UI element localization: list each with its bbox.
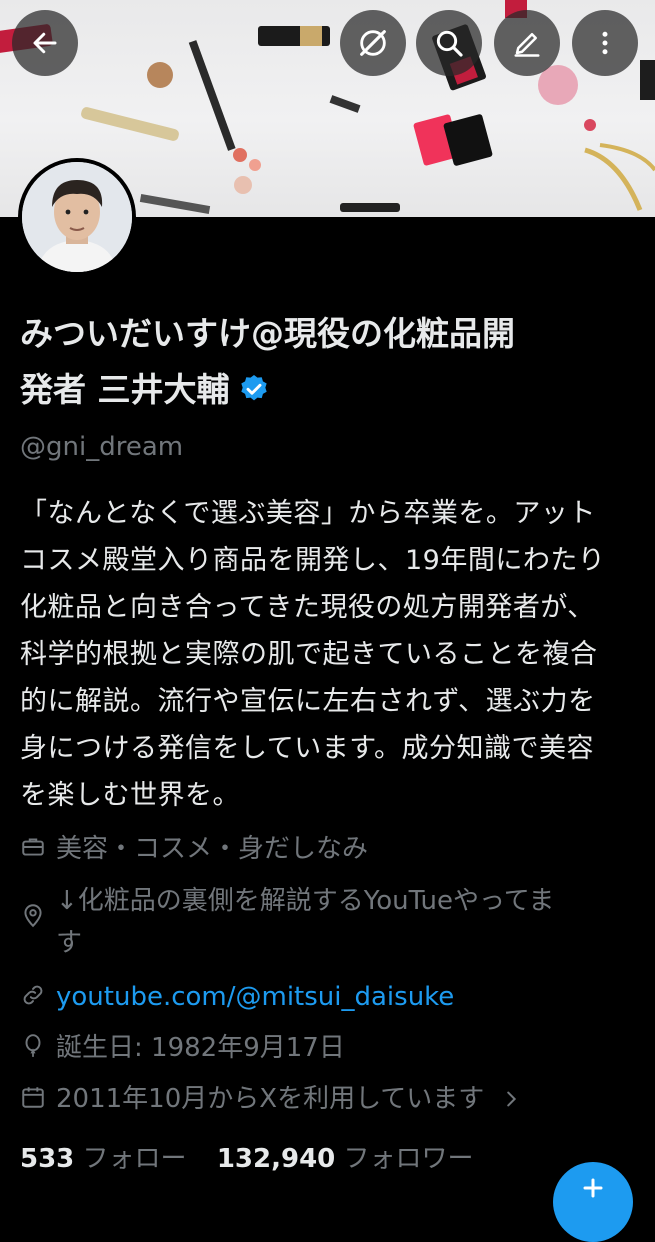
bio-line: 的に解説。流行や宣伝に左右されず、選ぶ力を <box>20 686 596 717</box>
more-options-button[interactable] <box>572 10 638 76</box>
plus-icon <box>583 1178 603 1198</box>
grok-icon <box>360 30 386 56</box>
profile-joined[interactable]: 2011年10月からXを利用しています <box>20 1078 640 1120</box>
following-label: フォロー <box>82 1144 187 1174</box>
following-link[interactable]: 533 フォロー <box>20 1144 187 1174</box>
followers-label: フォロワー <box>343 1144 474 1174</box>
profile-bio: 「なんとなくで選ぶ美容」から卒業を。アット コスメ殿堂入り商品を開発し、19年間… <box>20 490 640 819</box>
bio-line: 身につける発信をしています。成分知識で美容 <box>20 733 594 764</box>
bio-line: コスメ殿堂入り商品を開発し、19年間にわたり <box>20 545 606 576</box>
followers-count: 132,940 <box>216 1144 336 1174</box>
grok-button[interactable] <box>340 10 406 76</box>
calendar-icon <box>20 1078 46 1120</box>
back-button[interactable] <box>12 10 78 76</box>
profile-category: 美容・コスメ・身だしなみ <box>20 828 640 870</box>
avatar[interactable] <box>18 158 136 276</box>
bio-line: 「なんとなくで選ぶ美容」から卒業を。アット <box>20 498 596 529</box>
follow-counts: 533 フォロー 132,940 フォロワー <box>20 1138 474 1175</box>
profile-name-line1: みついだいすけ@現役の化粧品開 <box>20 314 515 353</box>
bio-line: 化粧品と向き合ってきた現役の処方開発者が、 <box>20 592 595 623</box>
chevron-right-icon <box>500 1078 522 1120</box>
birthday-text: 誕生日: 1982年9月17日 <box>56 1033 345 1063</box>
followers-link[interactable]: 132,940 フォロワー <box>217 1144 474 1174</box>
link-icon <box>20 976 46 1018</box>
profile-name-line2: 発者 三井大輔 <box>20 370 230 409</box>
profile-birthday: 誕生日: 1982年9月17日 <box>20 1027 640 1069</box>
arrow-left-icon <box>33 32 57 54</box>
profile-website: youtube.com/@mitsui_daisuke <box>20 976 640 1018</box>
more-vertical-icon <box>602 31 608 55</box>
location-text-line2: す <box>56 928 83 958</box>
briefcase-icon <box>20 828 46 870</box>
profile-handle: @gni_dream <box>20 432 184 462</box>
profile-name: みついだいすけ@現役の化粧品開 発者 三井大輔 <box>20 306 620 422</box>
search-button[interactable] <box>416 10 482 76</box>
bio-line: を楽しむ世界を。 <box>20 780 240 811</box>
bio-line: 科学的根拠と実際の肌で起きていることを複合 <box>20 639 598 670</box>
joined-text: 2011年10月からXを利用しています <box>56 1084 485 1114</box>
location-pin-icon <box>20 880 46 964</box>
website-link[interactable]: youtube.com/@mitsui_daisuke <box>56 976 454 1018</box>
compose-fab-button[interactable] <box>553 1162 633 1242</box>
profile-location: ↓化粧品の裏側を解説するYouTueやってま す <box>20 880 640 964</box>
balloon-icon <box>20 1027 46 1069</box>
edit-button[interactable] <box>494 10 560 76</box>
edit-icon <box>514 33 540 57</box>
category-text: 美容・コスメ・身だしなみ <box>56 834 369 864</box>
location-text-line1: ↓化粧品の裏側を解説するYouTueやってま <box>56 886 555 916</box>
verified-badge-icon[interactable] <box>238 366 270 422</box>
following-count: 533 <box>20 1144 75 1174</box>
search-icon <box>436 30 463 57</box>
